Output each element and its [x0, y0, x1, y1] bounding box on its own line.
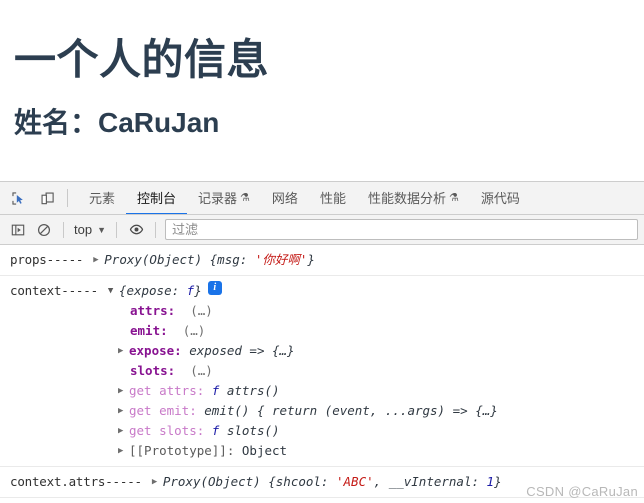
- collapse-arrow-icon[interactable]: ▼: [108, 281, 119, 301]
- filterbar-divider: [63, 221, 64, 238]
- inspect-element-icon[interactable]: [6, 186, 30, 210]
- flask-icon: ⚗: [240, 192, 250, 204]
- console-row-context-attrs: context.attrs----- ▶ Proxy(Object) { shc…: [0, 467, 644, 498]
- tab-sources[interactable]: 源代码: [470, 182, 531, 214]
- devtools-tabs: 元素 控制台 记录器 ⚗ 网络 性能 性能数据分析 ⚗ 源代码: [78, 182, 644, 214]
- console-sidebar-icon[interactable]: [6, 219, 30, 241]
- toolbar-divider: [67, 189, 68, 207]
- object-type: Proxy(Object): [104, 252, 203, 267]
- function-marker: f: [211, 383, 220, 398]
- expand-arrow-icon[interactable]: ▶: [152, 472, 163, 492]
- tab-performance[interactable]: 性能: [309, 182, 357, 214]
- property-row-emit: emit: (…): [0, 321, 644, 341]
- tab-label: 控制台: [137, 191, 177, 206]
- property-row-get-attrs: ▶ get attrs: f attrs(): [0, 381, 644, 401]
- expand-arrow-icon[interactable]: ▶: [118, 381, 129, 401]
- expand-arrow-icon[interactable]: ▶: [93, 250, 104, 270]
- info-badge-icon[interactable]: i: [207, 281, 222, 295]
- expand-arrow-icon[interactable]: ▶: [118, 421, 129, 441]
- rendered-page: 一个人的信息 姓名：CaRuJan: [0, 0, 644, 181]
- tab-performance-insights[interactable]: 性能数据分析 ⚗: [357, 182, 470, 214]
- console-filterbar: top ▼: [0, 215, 644, 245]
- tab-recorder[interactable]: 记录器 ⚗: [187, 182, 261, 214]
- preview-open-brace: {: [268, 474, 276, 489]
- console-filter-input[interactable]: [165, 219, 638, 240]
- filterbar-divider: [155, 221, 156, 238]
- property-name: expose:: [129, 343, 182, 358]
- property-name: get emit:: [129, 403, 197, 418]
- tab-label: 元素: [89, 191, 116, 206]
- log-label: props-----: [10, 252, 84, 267]
- preview-prop-name: msg:: [217, 252, 248, 267]
- property-value[interactable]: (…): [190, 301, 213, 321]
- expand-arrow-icon[interactable]: ▶: [118, 441, 129, 461]
- property-value[interactable]: (…): [190, 361, 213, 381]
- page-title: 一个人的信息: [14, 36, 270, 83]
- preview-close-brace: }: [307, 252, 315, 267]
- property-value: exposed => {…}: [189, 343, 295, 358]
- property-row-get-emit: ▶ get emit: emit() { return (event, ...a…: [0, 401, 644, 421]
- property-name: slots:: [130, 363, 176, 378]
- console-row-context: context----- ▼ { expose: f } i attrs: (……: [0, 276, 644, 467]
- property-value: emit() { return (event, ...args) => {…}: [204, 403, 498, 418]
- property-row-slots: slots: (…): [0, 361, 644, 381]
- filterbar-divider: [116, 221, 117, 238]
- property-name: get attrs:: [129, 383, 205, 398]
- property-value: Object: [241, 443, 288, 458]
- preview-prop-name: __vInternal:: [388, 474, 480, 489]
- expand-arrow-icon[interactable]: ▶: [118, 401, 129, 421]
- devtools-panel: 元素 控制台 记录器 ⚗ 网络 性能 性能数据分析 ⚗ 源代码 top ▼ 过滤…: [0, 181, 644, 503]
- tab-console[interactable]: 控制台: [126, 182, 188, 214]
- preview-prop-value: 'ABC': [336, 474, 374, 489]
- page-subtitle: 姓名：CaRuJan: [14, 107, 220, 138]
- tab-network[interactable]: 网络: [261, 182, 309, 214]
- property-row-prototype: ▶ [[Prototype]]: Object: [0, 441, 644, 461]
- devtools-tabbar: 元素 控制台 记录器 ⚗ 网络 性能 性能数据分析 ⚗ 源代码: [0, 182, 644, 215]
- console-output: props----- ▶ Proxy(Object) { msg: '你好啊' …: [0, 245, 644, 502]
- log-label: context-----: [10, 283, 98, 298]
- clear-console-icon[interactable]: [32, 219, 56, 241]
- property-row-expose: ▶ expose: exposed => {…}: [0, 341, 644, 361]
- preview-prop-name: shcool:: [275, 474, 329, 489]
- tab-label: 性能数据分析: [367, 191, 446, 206]
- preview-prop-value: '你好啊': [254, 252, 308, 267]
- function-marker: f: [211, 423, 220, 438]
- tab-label: 记录器: [198, 191, 238, 206]
- live-expression-eye-icon[interactable]: [124, 219, 148, 241]
- preview-prop-value: 1: [486, 474, 495, 489]
- expand-arrow-icon[interactable]: ▶: [118, 341, 129, 361]
- property-name: emit:: [130, 323, 168, 338]
- property-value: attrs(): [226, 383, 280, 398]
- property-value[interactable]: (…): [183, 321, 206, 341]
- property-name: attrs:: [130, 303, 176, 318]
- preview-close-brace: }: [194, 283, 202, 298]
- preview-prop-name: expose:: [126, 283, 180, 298]
- tab-label: 源代码: [480, 191, 520, 206]
- property-row-attrs: attrs: (…): [0, 301, 644, 321]
- log-label: context.attrs-----: [10, 474, 142, 489]
- console-row-props: props----- ▶ Proxy(Object) { msg: '你好啊' …: [0, 245, 644, 276]
- device-toolbar-icon[interactable]: [35, 186, 59, 210]
- preview-separator: ,: [373, 474, 389, 489]
- execution-context-selector[interactable]: top ▼: [71, 222, 109, 237]
- preview-close-brace: }: [494, 474, 502, 489]
- object-type: Proxy(Object): [162, 474, 261, 489]
- property-name: [[Prototype]]:: [129, 443, 235, 458]
- preview-open-brace: {: [118, 283, 127, 298]
- chevron-down-icon: ▼: [97, 224, 106, 235]
- property-row-get-slots: ▶ get slots: f slots(): [0, 421, 644, 441]
- tab-elements[interactable]: 元素: [78, 182, 126, 214]
- tab-label: 性能: [319, 191, 346, 206]
- context-label: top: [74, 222, 93, 237]
- tab-label: 网络: [271, 191, 298, 206]
- property-name: get slots:: [129, 423, 205, 438]
- flask-icon: ⚗: [448, 192, 459, 204]
- property-value: slots(): [226, 423, 280, 438]
- devtools-toolbar-icons: [0, 182, 78, 214]
